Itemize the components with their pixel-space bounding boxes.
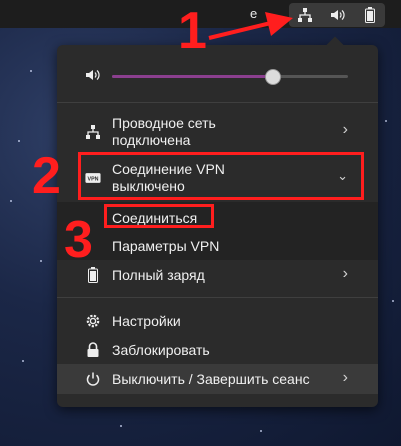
power-icon <box>85 371 101 387</box>
menu-pointer <box>326 36 344 54</box>
volume-row <box>57 63 378 89</box>
star <box>22 360 24 362</box>
menu-item-wired-network[interactable]: Проводное сеть подключена › <box>57 113 378 151</box>
volume-icon <box>330 8 346 22</box>
menu-item-vpn-settings[interactable]: Параметры VPN <box>57 236 378 256</box>
separator <box>57 102 378 103</box>
battery-icon <box>364 7 376 23</box>
gear-icon <box>85 313 101 329</box>
star <box>392 300 394 302</box>
power-label: Выключить / Завершить сеанс <box>112 371 310 387</box>
menu-item-battery[interactable]: Полный заряд › <box>57 263 378 289</box>
battery-icon <box>85 267 101 283</box>
annotation-arrow <box>208 12 293 40</box>
menu-item-power[interactable]: Выключить / Завершить сеанс › <box>57 364 378 394</box>
chevron-right-icon: › <box>342 369 348 386</box>
star <box>40 260 42 262</box>
settings-label: Настройки <box>112 313 181 329</box>
vpn-settings-label: Параметры VPN <box>112 238 220 254</box>
separator <box>57 297 378 298</box>
system-tray[interactable] <box>289 3 385 27</box>
wired-network-label: Проводное сеть подключена <box>112 115 216 148</box>
annotation-number-3: 3 <box>64 211 93 269</box>
chevron-right-icon: › <box>342 121 348 138</box>
volume-slider-knob[interactable] <box>265 69 282 85</box>
volume-slider[interactable] <box>112 69 348 85</box>
star <box>30 70 32 72</box>
annotation-box-vpn <box>78 152 364 200</box>
network-wired-icon <box>298 8 312 22</box>
annotation-number-1: 1 <box>178 2 207 60</box>
chevron-right-icon: › <box>342 265 348 282</box>
star <box>260 430 262 432</box>
menu-item-settings[interactable]: Настройки <box>57 309 378 333</box>
volume-slider-fill <box>112 75 273 78</box>
star <box>385 120 387 122</box>
lock-label: Заблокировать <box>112 342 210 358</box>
star <box>10 200 12 202</box>
battery-label: Полный заряд <box>112 267 205 283</box>
volume-icon <box>85 68 101 87</box>
star <box>18 140 20 142</box>
annotation-box-connect <box>104 204 214 228</box>
network-wired-icon <box>85 124 101 140</box>
annotation-number-2: 2 <box>32 147 61 205</box>
menu-item-lock[interactable]: Заблокировать <box>57 338 378 362</box>
star <box>120 425 122 427</box>
lock-icon <box>85 342 101 358</box>
